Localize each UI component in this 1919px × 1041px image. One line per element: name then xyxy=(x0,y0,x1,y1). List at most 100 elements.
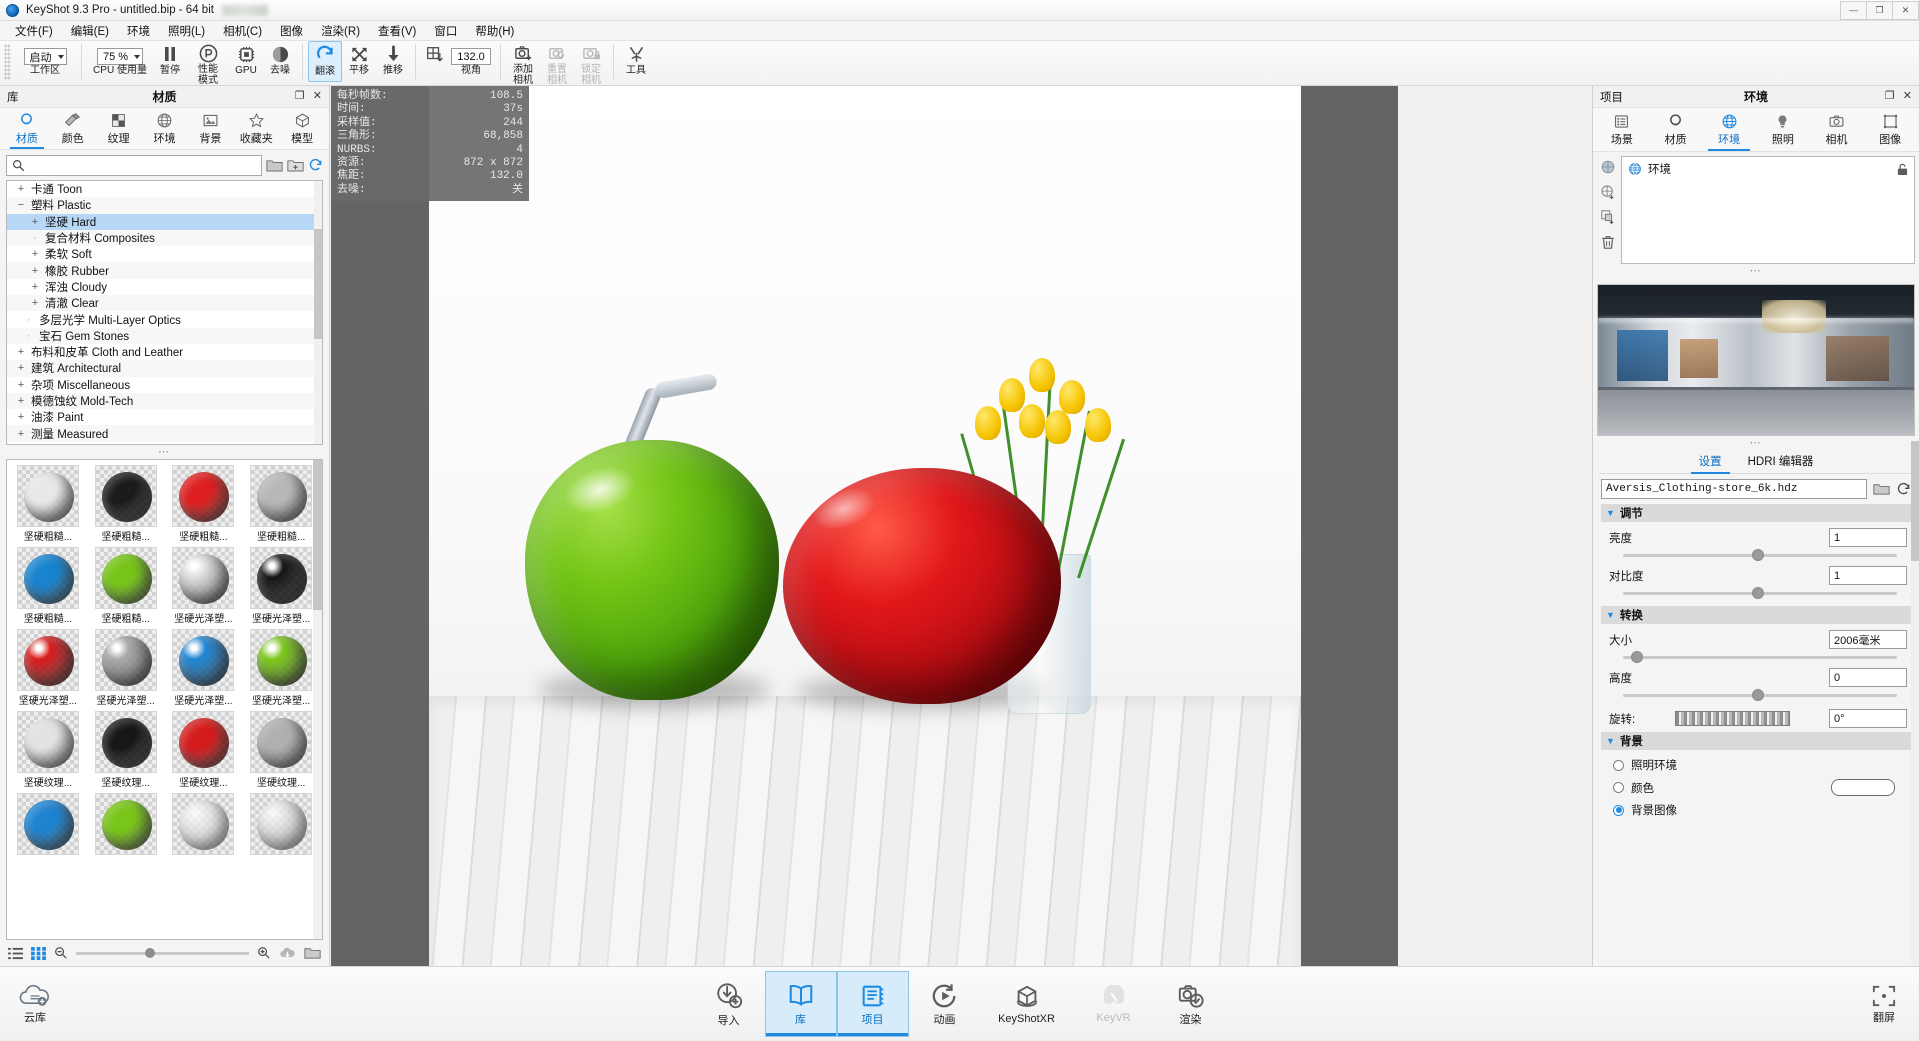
brightness-slider-knob[interactable] xyxy=(1751,549,1764,561)
library-tab-backplates[interactable]: 背景 xyxy=(187,108,233,149)
material-tree-row[interactable]: + 液体 Liquids xyxy=(7,442,322,445)
library-tab-materials[interactable]: 材质 xyxy=(4,108,50,149)
dock-render-button[interactable]: 渲染 xyxy=(1155,971,1227,1037)
material-tree-row[interactable]: + 模德蚀纹 Mold-Tech xyxy=(7,392,322,410)
library-tab-environments[interactable]: 环境 xyxy=(142,108,188,149)
expand-icon[interactable]: + xyxy=(15,428,27,440)
minimize-button[interactable]: — xyxy=(1840,0,1867,20)
library-tab-textures[interactable]: 纹理 xyxy=(96,108,142,149)
background-option-lighting-environment[interactable]: 照明环境 xyxy=(1601,754,1911,776)
tree-bullet-icon[interactable]: · xyxy=(29,232,41,244)
library-tab-colors[interactable]: 颜色 xyxy=(50,108,96,149)
contrast-input[interactable]: 1 xyxy=(1829,566,1907,585)
fullscreen-button[interactable]: 翻屏 xyxy=(1871,984,1897,1025)
pause-button[interactable]: 暂停 xyxy=(153,41,187,86)
preview-splitter[interactable]: ⋯ xyxy=(1593,436,1919,450)
env-add-icon[interactable] xyxy=(1600,184,1616,200)
library-tab-models[interactable]: 模型 xyxy=(279,108,325,149)
lock-camera-button[interactable]: 锁定 相机 xyxy=(574,41,608,86)
project-panel-scrollbar-thumb[interactable] xyxy=(1911,441,1919,561)
environment-list[interactable]: 环境 xyxy=(1621,156,1915,264)
material-thumbnail-area[interactable]: 坚硬粗糙... 坚硬粗糙... 坚硬粗糙... 坚硬粗糙... 坚硬粗糙... 坚硬粗糙.… xyxy=(6,459,323,940)
cloud-download-icon[interactable] xyxy=(279,947,296,960)
material-tree-scrollbar[interactable] xyxy=(314,181,322,444)
material-thumbnail-cell[interactable]: 坚硬粗糙... xyxy=(9,545,87,627)
material-tree-row[interactable]: + 杂项 Miscellaneous xyxy=(7,377,322,393)
material-tree-row[interactable]: + 测量 Measured xyxy=(7,425,322,442)
hdri-file-input[interactable]: Aversis_Clothing-store_6k.hdz xyxy=(1601,479,1867,499)
material-tree-row[interactable]: + 橡胶 Rubber xyxy=(7,262,322,279)
grid-view-icon[interactable] xyxy=(31,946,46,960)
size-input[interactable]: 2006毫米 xyxy=(1829,630,1907,649)
hdri-reload-icon[interactable] xyxy=(1896,482,1911,497)
size-slider-knob[interactable] xyxy=(1631,651,1644,663)
expand-icon[interactable]: + xyxy=(29,216,41,228)
cloud-library-button[interactable]: 云库 xyxy=(18,984,52,1025)
material-thumbnail-cell[interactable]: 坚硬光泽塑... xyxy=(87,627,165,709)
thumbnail-size-slider-knob[interactable] xyxy=(145,947,156,958)
material-thumbnail-cell[interactable]: 坚硬粗糙... xyxy=(242,463,320,545)
denoise-button[interactable]: 去噪 xyxy=(263,41,297,86)
open-folder-icon[interactable] xyxy=(304,946,321,960)
rotation-input[interactable]: 0° xyxy=(1828,709,1907,728)
cpu-usage-selector[interactable]: 75 % CPU 使用量 xyxy=(87,41,153,86)
material-tree-row[interactable]: − 塑料 Plastic xyxy=(7,197,322,214)
add-camera-button[interactable]: 添加 相机 xyxy=(506,41,540,86)
size-slider[interactable] xyxy=(1623,650,1897,664)
project-tab-lighting[interactable]: 照明 xyxy=(1756,108,1810,151)
material-tree-row[interactable]: + 建筑 Architectural xyxy=(7,360,322,377)
material-thumbnail-cell[interactable]: 坚硬纹理... xyxy=(9,709,87,791)
zoom-in-icon[interactable] xyxy=(257,946,271,960)
project-tab-environment[interactable]: 环境 xyxy=(1702,108,1756,151)
background-section-header[interactable]: ▼ 背景 xyxy=(1601,732,1911,750)
adjust-section-header[interactable]: ▼ 调节 xyxy=(1601,504,1911,522)
library-splitter-handle[interactable]: ⋯ xyxy=(0,445,329,459)
dock-keyshotxr-button[interactable]: KeyShotXR xyxy=(981,971,1073,1037)
material-thumbnail-cell[interactable]: 坚硬粗糙... xyxy=(87,463,165,545)
material-tree-row[interactable]: + 浑浊 Cloudy xyxy=(7,279,322,295)
expand-icon[interactable]: + xyxy=(29,265,41,277)
menu-lighting[interactable]: 照明(L) xyxy=(159,21,214,41)
menu-view[interactable]: 查看(V) xyxy=(369,21,425,41)
material-thumbnail-cell[interactable]: 坚硬光泽塑... xyxy=(9,627,87,709)
expand-icon[interactable]: + xyxy=(15,444,27,445)
environment-lock-icon[interactable] xyxy=(1897,163,1908,176)
expand-icon[interactable]: + xyxy=(15,183,27,195)
menu-help[interactable]: 帮助(H) xyxy=(466,21,523,41)
env-delete-icon[interactable] xyxy=(1600,234,1616,250)
material-thumbnail-cell[interactable] xyxy=(242,791,320,858)
performance-mode-button[interactable]: 性能 模式 xyxy=(187,41,229,86)
focal-length-input[interactable]: 132.0 xyxy=(451,48,491,65)
material-thumbnail-cell[interactable]: 坚硬粗糙... xyxy=(87,545,165,627)
thumbnail-size-slider[interactable] xyxy=(76,947,249,958)
workspace-selector[interactable]: 启动 工作区 xyxy=(14,41,76,86)
view-grid-button[interactable] xyxy=(421,41,447,86)
background-option-color[interactable]: 颜色 xyxy=(1601,776,1911,799)
rotation-dial[interactable] xyxy=(1674,711,1790,726)
material-tree-row[interactable]: + 卡通 Toon xyxy=(7,181,322,197)
library-import-folder-icon[interactable] xyxy=(266,158,283,173)
dock-animation-button[interactable]: 动画 xyxy=(909,971,981,1037)
height-slider[interactable] xyxy=(1623,688,1897,702)
env-duplicate-icon[interactable] xyxy=(1600,209,1616,225)
material-thumbnail-cell[interactable] xyxy=(9,791,87,858)
tree-bullet-icon[interactable]: · xyxy=(23,330,35,342)
environment-list-splitter[interactable]: ⋯ xyxy=(1593,264,1919,278)
maximize-button[interactable]: ❐ xyxy=(1866,0,1893,20)
menu-file[interactable]: 文件(F) xyxy=(6,21,62,41)
material-tree-row[interactable]: + 柔软 Soft xyxy=(7,246,322,262)
material-tree-row[interactable]: + 油漆 Paint xyxy=(7,409,322,425)
project-tab-camera[interactable]: 相机 xyxy=(1810,108,1864,151)
close-button[interactable]: ✕ xyxy=(1892,0,1919,20)
library-undock-icon[interactable]: ❐ xyxy=(295,91,305,102)
library-close-icon[interactable]: ✕ xyxy=(313,91,322,102)
project-tab-material[interactable]: 材质 xyxy=(1649,108,1703,151)
section-tab-settings[interactable]: 设置 xyxy=(1690,453,1730,474)
material-thumbnail-cell[interactable] xyxy=(87,791,165,858)
tree-bullet-icon[interactable]: · xyxy=(23,314,35,326)
menu-window[interactable]: 窗口 xyxy=(425,21,466,41)
background-option-backplate-image[interactable]: 背景图像 xyxy=(1601,799,1911,821)
focal-length-field-group[interactable]: 132.0 视角 xyxy=(447,41,495,86)
material-thumbnail-cell[interactable]: 坚硬纹理... xyxy=(242,709,320,791)
material-thumbnail-cell[interactable]: 坚硬光泽塑... xyxy=(242,545,320,627)
